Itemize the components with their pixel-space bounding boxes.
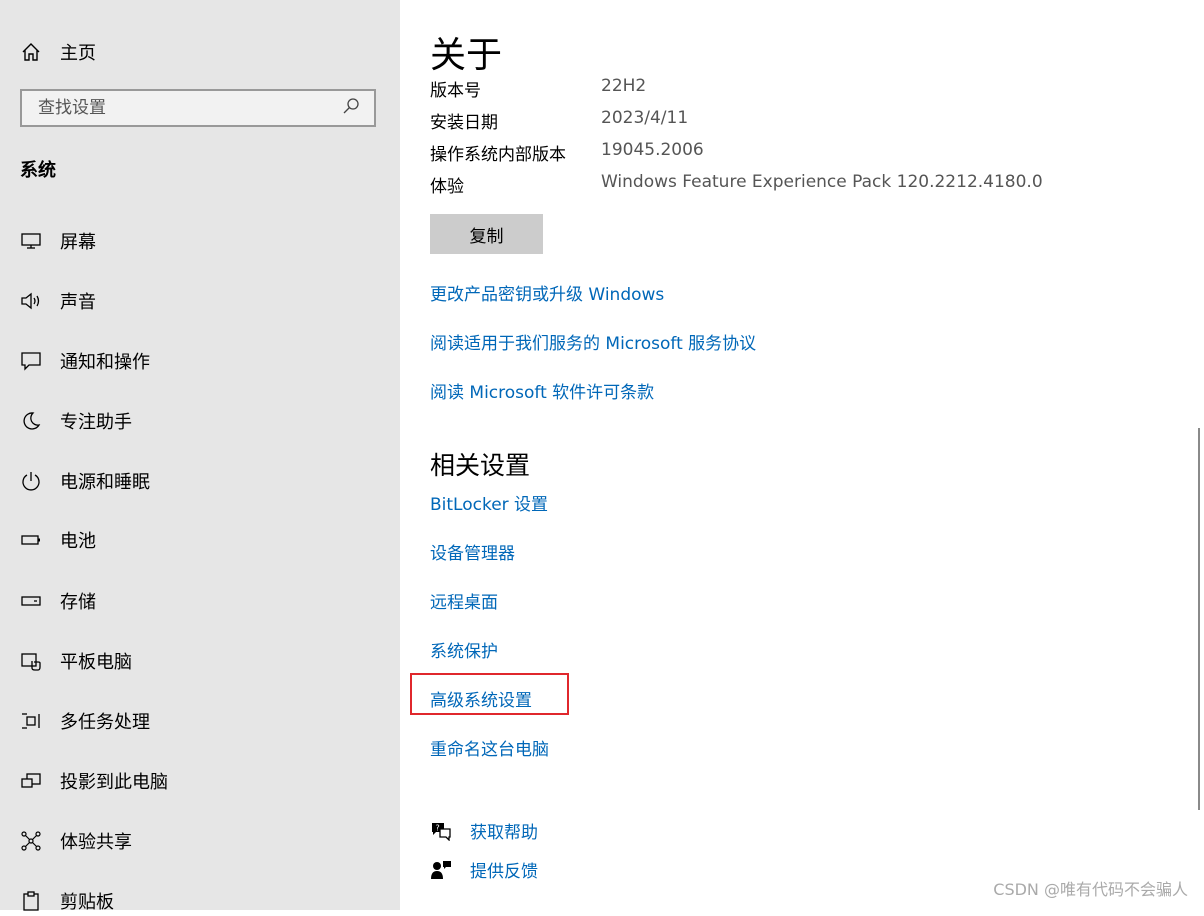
- info-key: 版本号: [430, 81, 481, 101]
- sidebar-item-label: 电源和睡眠: [60, 472, 150, 493]
- power-icon: [20, 470, 42, 492]
- copy-button[interactable]: 复制: [430, 214, 543, 254]
- home-icon: [20, 41, 42, 63]
- moon-icon: [20, 410, 42, 432]
- sidebar-item-label: 剪贴板: [60, 892, 114, 913]
- monitor-icon: [20, 230, 42, 252]
- link-bitlocker-settings[interactable]: BitLocker 设置: [430, 490, 548, 515]
- info-key: 体验: [430, 177, 464, 197]
- info-value: Windows Feature Experience Pack 120.2212…: [601, 172, 1043, 192]
- get-help-link[interactable]: ? 获取帮助: [430, 818, 538, 843]
- sidebar: 主页 系统 屏幕 声音 通知和操作 专注助手 电源和睡眠 电池 存储 平板电脑: [0, 0, 400, 913]
- info-row-version: 版本号 22H2: [430, 76, 646, 101]
- sidebar-item-label: 体验共享: [60, 832, 132, 853]
- info-value: 22H2: [601, 76, 647, 96]
- scrollbar[interactable]: [1198, 428, 1200, 810]
- info-key: 安装日期: [430, 113, 498, 133]
- sidebar-item-clipboard[interactable]: 剪贴板: [20, 886, 114, 916]
- multitask-icon: [20, 710, 42, 732]
- link-change-product-key[interactable]: 更改产品密钥或升级 Windows: [430, 280, 664, 305]
- sidebar-item-label: 多任务处理: [60, 712, 150, 733]
- section-title: 系统: [20, 160, 56, 181]
- sidebar-item-display[interactable]: 屏幕: [20, 226, 96, 256]
- feedback-icon: [430, 859, 452, 881]
- link-device-manager[interactable]: 设备管理器: [430, 539, 515, 564]
- sidebar-item-notifications[interactable]: 通知和操作: [20, 346, 150, 376]
- sidebar-item-shared-experiences[interactable]: 体验共享: [20, 826, 132, 856]
- sidebar-item-label: 投影到此电脑: [60, 772, 168, 793]
- highlight-box: [410, 673, 569, 715]
- project-icon: [20, 770, 42, 792]
- tablet-icon: [20, 650, 42, 672]
- help-label: 获取帮助: [470, 823, 538, 843]
- speaker-icon: [20, 290, 42, 312]
- sidebar-item-label: 平板电脑: [60, 652, 132, 673]
- related-settings-title: 相关设置: [430, 451, 531, 480]
- battery-icon: [20, 529, 42, 551]
- info-value: 19045.2006: [601, 140, 704, 160]
- sidebar-item-storage[interactable]: 存储: [20, 586, 96, 616]
- sidebar-item-label: 专注助手: [60, 412, 132, 433]
- sidebar-item-multitasking[interactable]: 多任务处理: [20, 706, 150, 736]
- home-label: 主页: [60, 43, 96, 64]
- share-icon: [20, 830, 42, 852]
- info-key: 操作系统内部版本: [430, 145, 566, 165]
- sidebar-item-battery[interactable]: 电池: [20, 525, 96, 555]
- sidebar-item-label: 通知和操作: [60, 352, 150, 373]
- info-value: 2023/4/11: [601, 108, 689, 128]
- sidebar-item-tablet[interactable]: 平板电脑: [20, 646, 132, 676]
- page-title: 关于: [430, 35, 503, 76]
- clipboard-icon: [20, 890, 42, 912]
- sidebar-item-focus-assist[interactable]: 专注助手: [20, 406, 132, 436]
- storage-icon: [20, 590, 42, 612]
- search-icon[interactable]: [342, 97, 360, 119]
- link-remote-desktop[interactable]: 远程桌面: [430, 588, 498, 613]
- sidebar-item-project[interactable]: 投影到此电脑: [20, 766, 168, 796]
- search-box[interactable]: [20, 89, 376, 127]
- feedback-link[interactable]: 提供反馈: [430, 857, 538, 882]
- notification-icon: [20, 350, 42, 372]
- link-system-protection[interactable]: 系统保护: [430, 637, 498, 662]
- info-row-os-build: 操作系统内部版本 19045.2006: [430, 140, 704, 165]
- sidebar-item-label: 存储: [60, 592, 96, 613]
- nav-home[interactable]: 主页: [20, 38, 96, 66]
- link-services-agreement[interactable]: 阅读适用于我们服务的 Microsoft 服务协议: [430, 329, 756, 354]
- sidebar-item-label: 电池: [60, 531, 96, 552]
- info-row-install-date: 安装日期 2023/4/11: [430, 108, 688, 133]
- help-chat-icon: ?: [430, 820, 452, 842]
- sidebar-item-sound[interactable]: 声音: [20, 286, 96, 316]
- sidebar-item-label: 声音: [60, 292, 96, 313]
- link-rename-pc[interactable]: 重命名这台电脑: [430, 735, 549, 760]
- sidebar-item-label: 屏幕: [60, 232, 96, 253]
- svg-text:?: ?: [436, 823, 440, 832]
- link-license-terms[interactable]: 阅读 Microsoft 软件许可条款: [430, 378, 654, 403]
- feedback-label: 提供反馈: [470, 862, 538, 882]
- search-input[interactable]: [36, 97, 342, 119]
- sidebar-item-power[interactable]: 电源和睡眠: [20, 466, 150, 496]
- info-row-experience: 体验 Windows Feature Experience Pack 120.2…: [430, 172, 1043, 197]
- watermark: CSDN @唯有代码不会骗人: [993, 880, 1188, 899]
- main-content: 关于 版本号 22H2 安装日期 2023/4/11 操作系统内部版本 1904…: [430, 0, 1190, 910]
